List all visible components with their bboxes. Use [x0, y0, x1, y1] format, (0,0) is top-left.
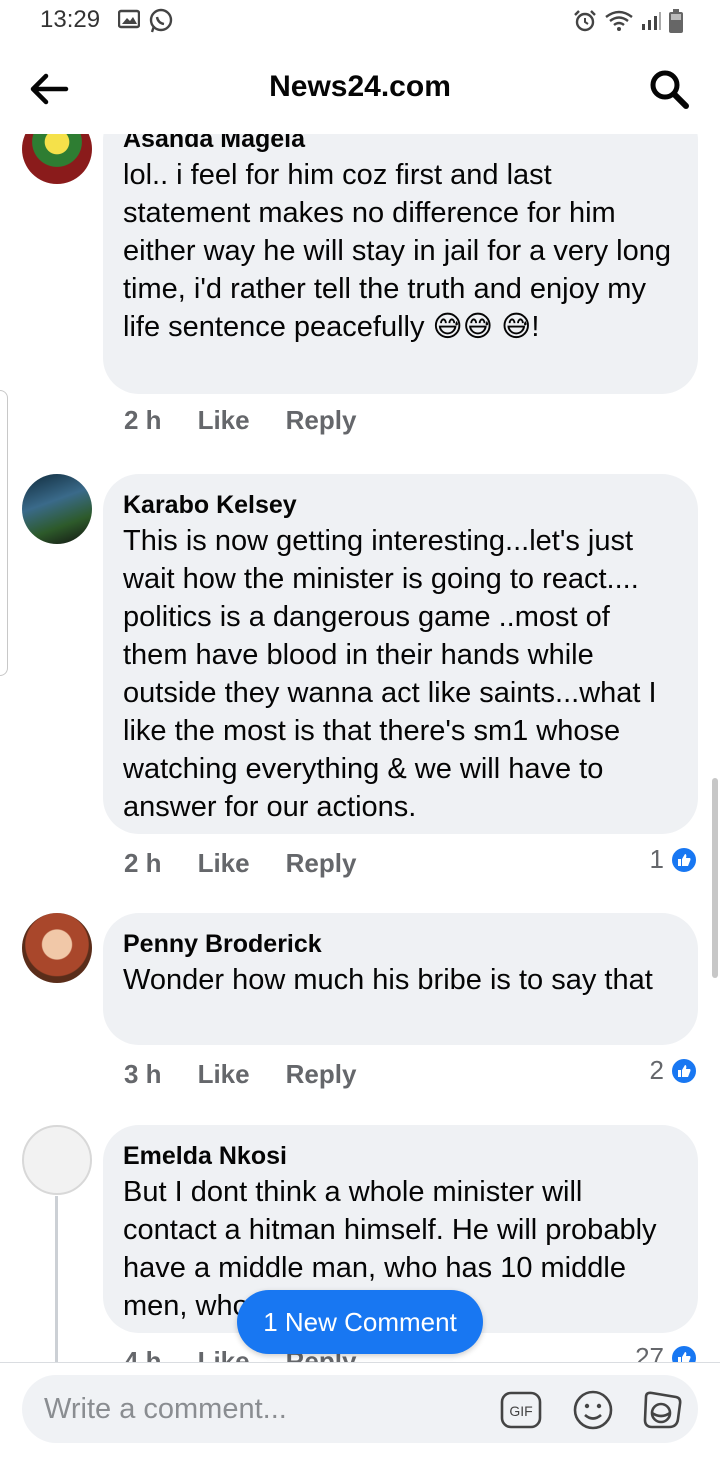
comment-time: 4 h — [124, 1346, 162, 1362]
avatar[interactable] — [22, 474, 92, 544]
reply-button[interactable]: Reply — [286, 405, 357, 436]
avatar[interactable] — [22, 913, 92, 983]
search-button[interactable] — [646, 66, 692, 112]
comment-bubble[interactable]: Asanda Magela lol.. i feel for him coz f… — [103, 134, 698, 394]
comment-composer: GIF — [0, 1362, 720, 1480]
avatar[interactable] — [22, 1125, 92, 1195]
reaction-count[interactable]: 1 — [650, 844, 698, 875]
alarm-icon — [574, 10, 596, 32]
like-button[interactable]: Like — [198, 405, 250, 436]
reaction-count[interactable]: 2 — [650, 1055, 698, 1086]
like-button[interactable]: Like — [198, 1059, 250, 1090]
reply-thread-line — [55, 1196, 58, 1366]
status-bar: 13:29 — [0, 0, 720, 42]
like-button[interactable]: Like — [198, 848, 250, 879]
thumbs-up-icon — [670, 1343, 698, 1362]
reply-button[interactable]: Reply — [286, 848, 357, 879]
comment-text: lol.. i feel for him coz first and last … — [123, 159, 672, 343]
sticker-button[interactable] — [640, 1389, 682, 1431]
wifi-icon — [605, 10, 633, 31]
comment-author[interactable]: Penny Broderick — [123, 927, 678, 961]
whatsapp-notification-icon — [149, 8, 173, 33]
comment-actions: 2 h Like Reply — [124, 848, 356, 879]
comment-actions: 3 h Like Reply — [124, 1059, 356, 1090]
comment-time: 2 h — [124, 848, 162, 878]
emoji-button[interactable] — [572, 1389, 614, 1431]
signal-icon — [642, 12, 661, 30]
grinning-sweat-emoji: 😅😅 😅 — [432, 311, 532, 343]
thumbs-up-icon — [670, 1056, 698, 1085]
status-time: 13:29 — [40, 6, 101, 33]
comment-text: Wonder how much his bribe is to say that — [123, 964, 653, 996]
comment-author[interactable]: Emelda Nkosi — [123, 1139, 678, 1173]
battery-icon — [669, 9, 683, 33]
comment-actions: 2 h Like Reply — [124, 405, 356, 436]
comment-time: 3 h — [124, 1059, 162, 1089]
thumbs-up-icon — [670, 845, 698, 874]
comment-author[interactable]: Karabo Kelsey — [123, 488, 678, 522]
comment-time: 2 h — [124, 405, 162, 435]
comment-bubble[interactable]: Penny Broderick Wonder how much his brib… — [103, 913, 698, 1045]
search-icon — [650, 70, 689, 109]
comments-feed: Asanda Magela lol.. i feel for him coz f… — [0, 134, 720, 1362]
top-bar: News24.com — [0, 44, 720, 134]
sticker-icon — [643, 1391, 682, 1429]
avatar[interactable] — [22, 134, 92, 184]
reply-button[interactable]: Reply — [286, 1059, 357, 1090]
reaction-count[interactable]: 27 — [635, 1342, 698, 1362]
smiley-icon — [573, 1390, 613, 1430]
svg-text:GIF: GIF — [509, 1403, 532, 1419]
comment-text: This is now getting interesting...let's … — [123, 525, 657, 823]
comment-bubble[interactable]: Karabo Kelsey This is now getting intere… — [103, 474, 698, 834]
like-button[interactable]: Like — [198, 1346, 250, 1362]
gif-icon: GIF — [500, 1391, 542, 1429]
new-comment-button[interactable]: 1 New Comment — [237, 1290, 483, 1354]
page-title: News24.com — [269, 70, 451, 103]
composer-field: GIF — [22, 1375, 698, 1443]
gif-button[interactable]: GIF — [500, 1389, 542, 1431]
comment-author[interactable]: Asanda Magela — [123, 134, 678, 156]
comment-input[interactable] — [44, 1385, 484, 1433]
gallery-notification-icon — [118, 9, 140, 29]
